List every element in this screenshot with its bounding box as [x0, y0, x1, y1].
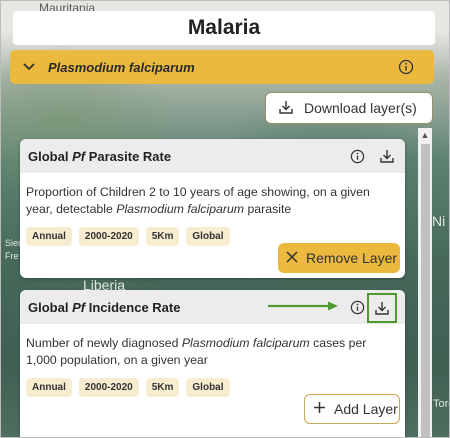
tag-years: 2000-2020: [78, 227, 139, 246]
layer-card: Global Pf Incidence Rate Number of newly…: [20, 290, 405, 437]
app-title: Malaria: [13, 11, 435, 45]
arrow-right-icon: [268, 301, 338, 311]
tag-extent: Global: [186, 378, 230, 397]
tag-resolution: 5Km: [145, 378, 180, 397]
layer-title: Global Pf Parasite Rate: [28, 148, 172, 164]
species-accordion-header[interactable]: Plasmodium falciparum: [10, 50, 434, 84]
plus-icon: [313, 401, 326, 417]
layer-description: Number of newly diagnosed Plasmodium fal…: [26, 336, 367, 367]
add-layer-button[interactable]: Add Layer: [304, 394, 400, 424]
tag-resolution: 5Km: [145, 227, 180, 246]
map-label: Fre: [5, 251, 19, 261]
info-icon[interactable]: [398, 59, 414, 80]
scroll-up-arrow[interactable]: ▲: [418, 128, 432, 142]
info-icon[interactable]: [350, 149, 365, 167]
download-icon[interactable]: [379, 148, 395, 167]
tag-frequency: Annual: [26, 227, 72, 246]
layer-card-header: Global Pf Parasite Rate: [20, 139, 405, 173]
layer-description: Proportion of Children 2 to 10 years of …: [26, 185, 370, 216]
app-frame: Mauritania Liberia Ni Sier Fre Toro Mala…: [0, 0, 450, 438]
remove-layer-button[interactable]: Remove Layer: [278, 243, 400, 273]
layer-title: Global Pf Incidence Rate: [28, 299, 181, 315]
species-name: Plasmodium falciparum: [48, 59, 195, 75]
tag-frequency: Annual: [26, 378, 72, 397]
info-icon[interactable]: [350, 300, 365, 318]
map-label: Sier: [5, 238, 22, 248]
map-label: Toro: [433, 398, 449, 410]
remove-layer-label: Remove Layer: [306, 250, 398, 266]
download-layers-button[interactable]: Download layer(s): [265, 92, 433, 124]
tag-years: 2000-2020: [78, 378, 139, 397]
download-layers-label: Download layer(s): [304, 100, 417, 116]
download-icon: [278, 99, 294, 118]
scrollbar-thumb[interactable]: [421, 144, 430, 437]
add-layer-label: Add Layer: [334, 401, 398, 417]
layer-card-header: Global Pf Incidence Rate: [20, 290, 405, 324]
layer-card: Global Pf Parasite Rate Proportion of Ch…: [20, 139, 405, 278]
chevron-down-icon[interactable]: [18, 56, 40, 78]
close-icon: [286, 250, 298, 266]
tag-extent: Global: [186, 227, 230, 246]
download-icon[interactable]: [367, 293, 397, 323]
map-label: Ni: [432, 213, 446, 229]
